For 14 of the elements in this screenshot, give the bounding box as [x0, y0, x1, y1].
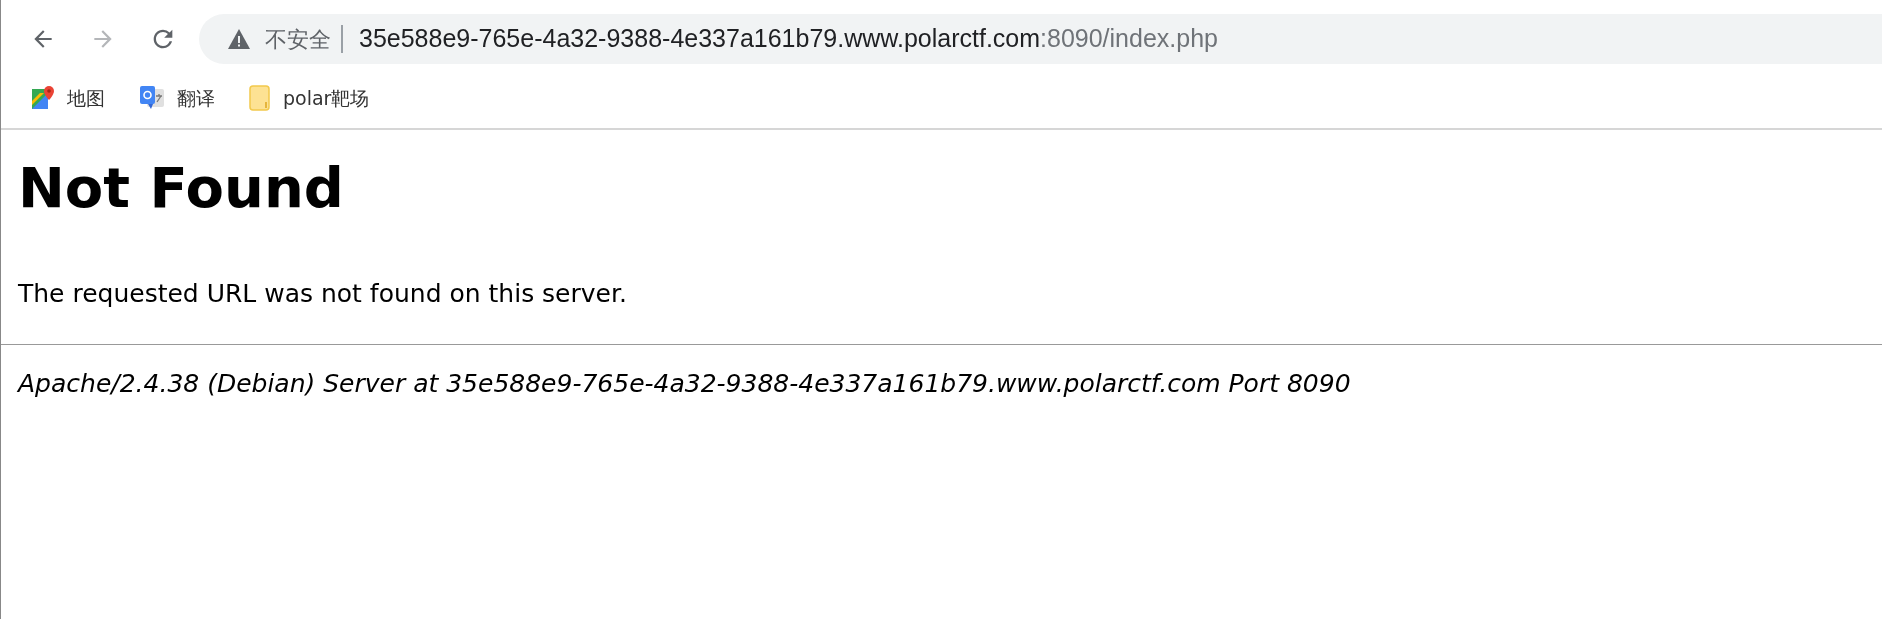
- warning-icon[interactable]: [227, 28, 251, 50]
- bookmark-item[interactable]: 翻译: [137, 79, 217, 117]
- url-host: 35e588e9-765e-4a32-9388-4e337a161b79.www.polarctf.com: [359, 23, 1041, 55]
- error-message: The requested URL was not found on this server.: [18, 277, 628, 310]
- bookmark-item[interactable]: 地图: [29, 79, 107, 117]
- security-label[interactable]: 不安全: [265, 22, 331, 56]
- server-signature: Apache/2.4.38 (Debian) Server at 35e588e9-765e-4a32-9388-4e337a161b79.www.polarctf.com Port 8090: [18, 368, 1352, 401]
- bookmark-item[interactable]: polar靶场: [247, 79, 372, 117]
- map-pin-icon: [31, 86, 55, 110]
- url-path: :8090/index.php: [1040, 23, 1218, 55]
- page-heading: Not Found: [18, 154, 345, 222]
- address-bar[interactable]: 不安全 35e588e9-765e-4a32-9388-4e337a161b79.www.polarctf.com:8090/index.php: [199, 14, 1882, 64]
- translate-icon: [139, 85, 165, 111]
- folder-icon: [249, 85, 271, 111]
